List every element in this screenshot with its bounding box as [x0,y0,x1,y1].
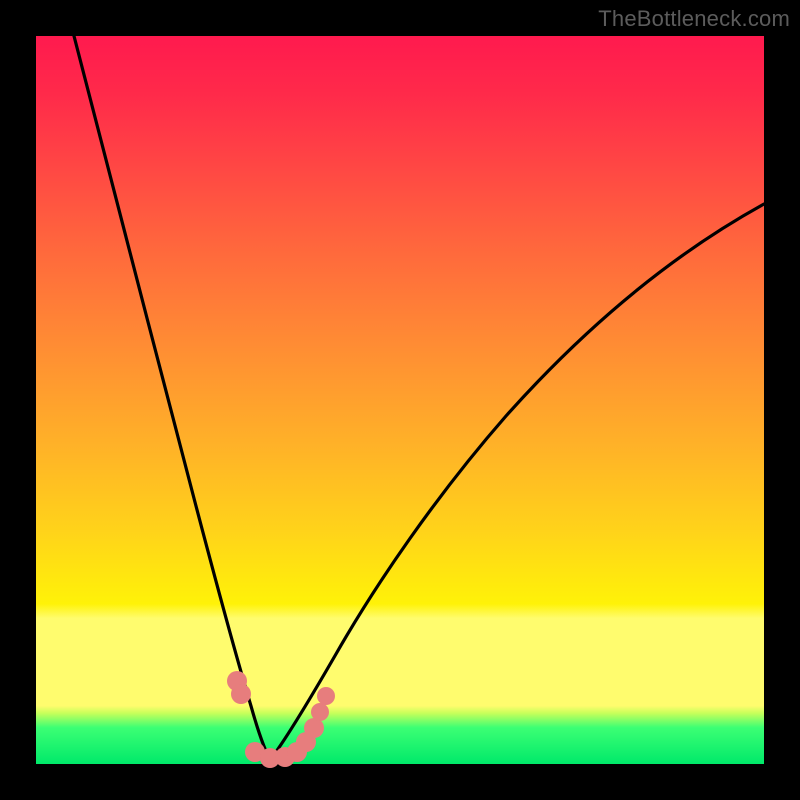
right-curve [270,204,764,760]
marker-dot [317,687,335,705]
marker-dot [311,703,329,721]
chart-frame: TheBottleneck.com [0,0,800,800]
curve-layer [36,36,764,764]
left-curve [74,36,270,760]
marker-dot [304,718,324,738]
plot-area [36,36,764,764]
watermark-text: TheBottleneck.com [598,6,790,32]
marker-dot [231,684,251,704]
